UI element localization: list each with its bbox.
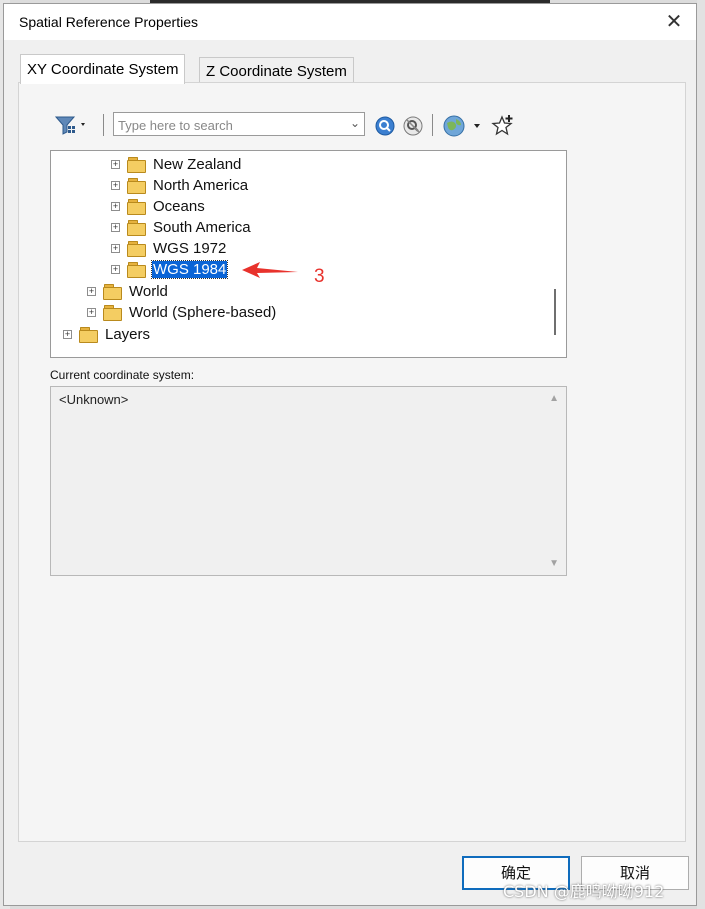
expand-icon[interactable]: +: [63, 329, 72, 339]
tree-item-label-selected: WGS 1984: [150, 259, 229, 279]
expand-icon[interactable]: +: [111, 264, 120, 274]
current-cs-label: Current coordinate system:: [50, 368, 195, 382]
folder-icon: [127, 198, 146, 215]
tree-item-label: New Zealand: [153, 155, 242, 173]
favorite-add-icon[interactable]: [491, 113, 515, 142]
tree-item-world[interactable]: + World: [87, 281, 169, 301]
close-icon[interactable]: ✕: [660, 8, 688, 36]
tree-scrollbar-thumb[interactable]: [554, 289, 556, 335]
watermark: CSDN @鹿鸣呦呦912: [503, 882, 665, 901]
toolbar-separator: [103, 114, 104, 136]
expand-icon[interactable]: +: [111, 159, 120, 169]
search-box[interactable]: ⌄: [113, 112, 365, 136]
current-cs-details[interactable]: <Unknown> ▲ ▼: [50, 386, 567, 576]
folder-icon: [127, 240, 146, 257]
tree-item-south-america[interactable]: + South America: [111, 217, 252, 237]
tree-item-oceans[interactable]: + Oceans: [111, 196, 206, 216]
expand-icon[interactable]: +: [87, 307, 96, 317]
tree-item-label: World (Sphere-based): [129, 303, 277, 321]
filter-icon[interactable]: [54, 114, 88, 141]
tree-item-layers[interactable]: + Layers: [63, 324, 151, 344]
expand-icon[interactable]: +: [87, 286, 96, 296]
tab-xy-coordinate-system[interactable]: XY Coordinate System: [20, 54, 186, 84]
tree-item-label: North America: [153, 176, 249, 194]
tree-item-north-america[interactable]: + North America: [111, 175, 249, 195]
folder-icon: [127, 177, 146, 194]
clear-search-icon[interactable]: [402, 115, 424, 142]
title-bar[interactable]: Spatial Reference Properties ✕: [4, 4, 696, 40]
dialog-title: Spatial Reference Properties: [19, 14, 198, 30]
tree-item-wgs-1972[interactable]: + WGS 1972: [111, 238, 227, 258]
expand-icon[interactable]: +: [111, 180, 120, 190]
globe-icon[interactable]: [442, 114, 484, 143]
scroll-down-icon[interactable]: ▼: [549, 558, 559, 569]
tab-z-coordinate-system[interactable]: Z Coordinate System: [199, 57, 354, 84]
folder-icon: [103, 283, 122, 300]
tree-item-label: South America: [153, 218, 251, 236]
current-cs-value: <Unknown>: [59, 392, 129, 407]
folder-icon: [127, 219, 146, 236]
expand-icon[interactable]: +: [111, 222, 120, 232]
tree-item-world-sphere-based[interactable]: + World (Sphere-based): [87, 302, 277, 322]
folder-icon: [127, 261, 146, 278]
folder-icon: [127, 156, 146, 173]
expand-icon[interactable]: +: [111, 201, 120, 211]
tree-item-label: Oceans: [153, 197, 205, 215]
toolbar-separator: [432, 114, 433, 136]
annotation-number: 3: [314, 266, 325, 287]
folder-icon: [79, 326, 98, 343]
tree-item-label: WGS 1972: [153, 239, 227, 257]
tree-item-wgs-1984[interactable]: + WGS 1984: [111, 259, 229, 279]
coordinate-system-tree[interactable]: + New Zealand + North America + Oceans +…: [50, 150, 567, 358]
search-icon[interactable]: [374, 115, 396, 142]
tree-item-label: World: [129, 282, 168, 300]
folder-icon: [103, 304, 122, 321]
tree-item-label: Layers: [105, 325, 151, 343]
search-input[interactable]: [116, 115, 340, 135]
scroll-up-icon[interactable]: ▲: [549, 393, 559, 404]
red-arrow-icon: [240, 259, 302, 286]
tree-item-new-zealand[interactable]: + New Zealand: [111, 154, 242, 174]
expand-icon[interactable]: +: [111, 243, 120, 253]
chevron-down-icon[interactable]: ⌄: [350, 116, 360, 130]
background-window-strip-right: [697, 0, 705, 909]
